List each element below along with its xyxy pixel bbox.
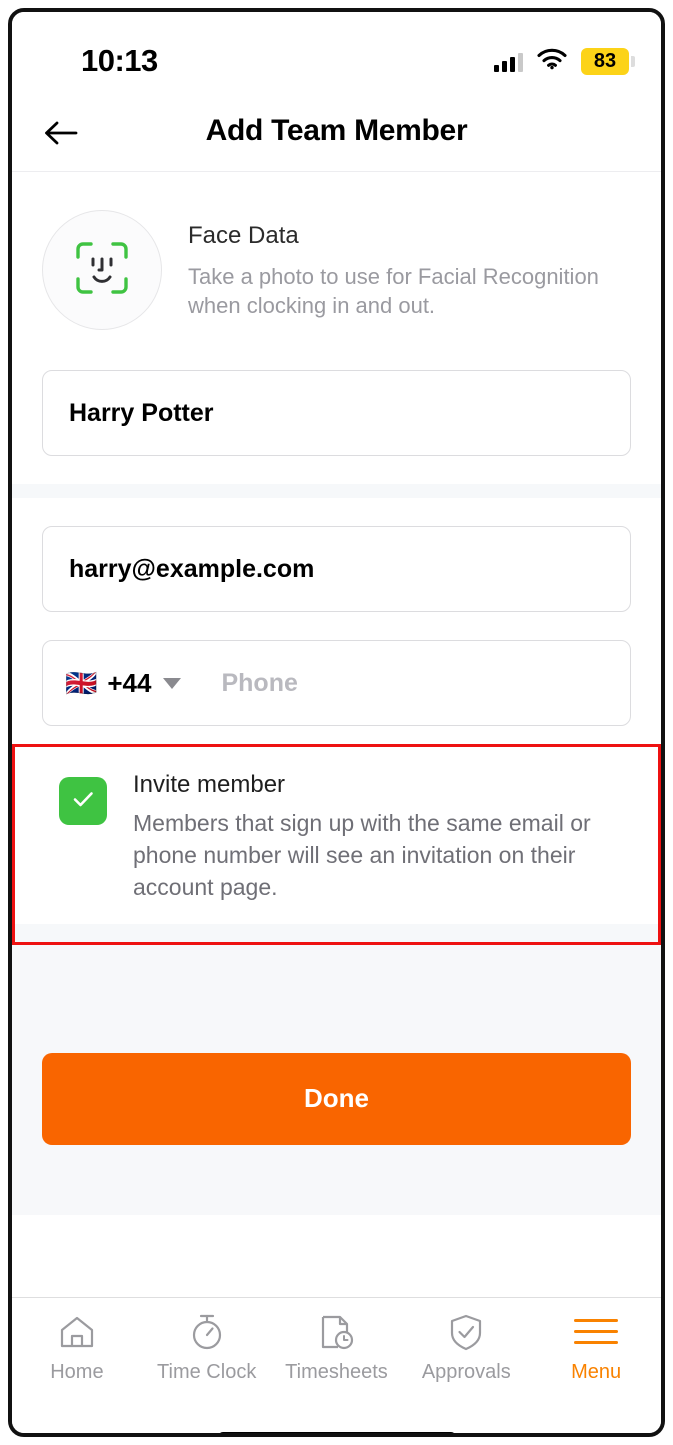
nav-item-home[interactable]: Home <box>12 1312 142 1384</box>
bottom-spacer <box>12 1214 661 1297</box>
app-header: Add Team Member <box>12 98 661 172</box>
face-data-capture-button[interactable] <box>42 210 162 330</box>
nav-label-menu: Menu <box>571 1360 622 1383</box>
name-field-wrap: Harry Potter <box>12 370 661 484</box>
invite-member-text: Invite member Members that sign up with … <box>107 771 613 904</box>
document-clock-icon <box>316 1312 356 1352</box>
battery-level-label: 83 <box>593 50 617 72</box>
stopwatch-icon <box>187 1312 227 1352</box>
checkmark-icon <box>68 784 98 819</box>
home-indicator-area <box>12 1408 661 1433</box>
face-data-text: Face Data Take a photo to use for Facial… <box>162 210 631 321</box>
cellular-signal-icon <box>494 52 523 72</box>
bottom-navigation-bar: Home Time Clock Timesheets Approvals Men… <box>12 1296 661 1409</box>
wifi-icon <box>537 48 567 75</box>
nav-item-approvals[interactable]: Approvals <box>401 1312 531 1384</box>
battery-icon: 83 <box>581 48 635 75</box>
phone-field-wrap: 🇬🇧 +44 Phone <box>12 640 661 726</box>
page-title: Add Team Member <box>205 114 468 147</box>
face-data-title: Face Data <box>188 222 299 249</box>
phone-input[interactable]: 🇬🇧 +44 Phone <box>42 640 631 726</box>
done-button[interactable]: Done <box>42 1052 631 1145</box>
uk-flag-icon: 🇬🇧 <box>65 668 98 698</box>
name-input[interactable]: Harry Potter <box>42 370 631 456</box>
nav-label-home: Home <box>50 1360 104 1383</box>
invite-member-checkbox[interactable] <box>59 777 107 825</box>
home-icon <box>57 1312 97 1352</box>
nav-label-timesheets: Timesheets <box>285 1360 388 1383</box>
invite-member-title: Invite member <box>133 771 286 798</box>
phone-frame: 10:13 83 Add Team Member Face Data Take … <box>8 8 665 1437</box>
nav-item-menu[interactable]: Menu <box>531 1312 661 1384</box>
nav-label-time-clock: Time Clock <box>157 1360 257 1383</box>
shield-check-icon <box>446 1312 486 1352</box>
face-data-section: Face Data Take a photo to use for Facial… <box>12 172 661 370</box>
country-code-label: +44 <box>107 667 152 698</box>
invite-member-description: Members that sign up with the same email… <box>133 810 591 901</box>
status-bar: 10:13 83 <box>12 12 661 98</box>
face-id-icon <box>74 240 130 301</box>
nav-label-approvals: Approvals <box>421 1360 511 1383</box>
invite-section-divider <box>15 923 658 942</box>
email-input-value: harry@example.com <box>69 554 315 583</box>
chevron-down-icon <box>163 677 182 689</box>
status-bar-time: 10:13 <box>81 43 158 78</box>
face-data-description: Take a photo to use for Facial Recogniti… <box>188 264 599 319</box>
phone-input-placeholder: Phone <box>221 668 298 697</box>
status-bar-indicators: 83 <box>494 48 635 75</box>
country-code-selector[interactable]: 🇬🇧 +44 <box>65 668 189 699</box>
hamburger-menu-icon <box>574 1312 619 1352</box>
invite-member-row[interactable]: Invite member Members that sign up with … <box>15 747 658 924</box>
invite-member-highlight: Invite member Members that sign up with … <box>12 744 661 945</box>
form-content: Face Data Take a photo to use for Facial… <box>12 172 661 1297</box>
email-field-wrap: harry@example.com <box>12 498 661 640</box>
section-divider <box>12 484 661 498</box>
nav-item-timesheets[interactable]: Timesheets <box>272 1312 402 1384</box>
email-input[interactable]: harry@example.com <box>42 526 631 612</box>
action-area: Done <box>12 944 661 1215</box>
name-input-value: Harry Potter <box>69 398 214 427</box>
home-indicator[interactable] <box>217 1431 456 1433</box>
nav-item-time-clock[interactable]: Time Clock <box>142 1312 272 1384</box>
